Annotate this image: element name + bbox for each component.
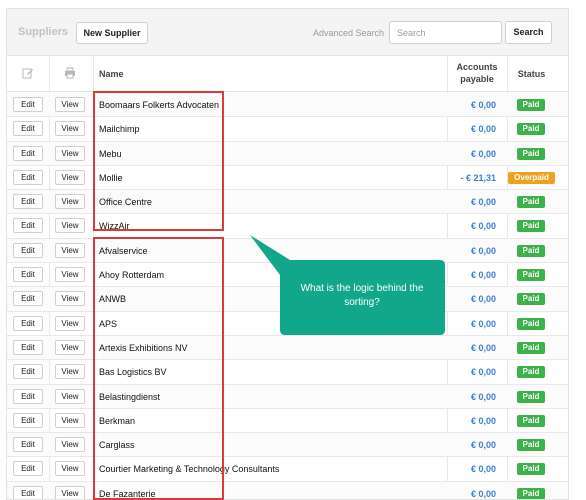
table-header: Name Accounts payable Status [7, 56, 568, 92]
view-button[interactable]: View [55, 315, 85, 331]
view-button[interactable]: View [55, 339, 85, 355]
view-button[interactable]: View [55, 461, 85, 477]
page-title: Suppliers [18, 26, 69, 38]
edit-button[interactable]: Edit [13, 388, 43, 404]
accounts-payable-line1: Accounts [456, 62, 498, 72]
view-button[interactable]: View [55, 412, 85, 428]
search-input[interactable] [389, 21, 502, 44]
status-badge: Paid [517, 220, 545, 233]
status-badge: Paid [517, 463, 545, 476]
view-button[interactable]: View [55, 194, 85, 210]
edit-button[interactable]: Edit [13, 339, 43, 355]
callout-line1: What is the logic behind the [301, 283, 424, 294]
toolbar: Suppliers New Supplier Advanced Search S… [7, 9, 568, 56]
column-header-name[interactable]: Name [99, 69, 124, 79]
status-badge: Paid [517, 99, 545, 111]
edit-button[interactable]: Edit [13, 412, 43, 428]
table-row: Edit View Mollie - € 21,31 Overpaid [7, 166, 568, 191]
accounts-payable-amount: € 0,00 [470, 197, 496, 208]
table-row: Edit View Boomaars Folkerts Advocaten € 0,0… [7, 93, 568, 118]
view-button[interactable]: View [55, 437, 85, 453]
accounts-payable-amount: € 0,00 [470, 391, 496, 402]
status-badge: Paid [517, 293, 545, 306]
view-button[interactable]: View [55, 267, 85, 283]
column-header-accounts-payable[interactable]: Accounts payable [447, 61, 507, 85]
edit-button[interactable]: Edit [13, 437, 43, 453]
view-button[interactable]: View [55, 242, 85, 258]
accounts-payable-amount: € 0,00 [470, 415, 496, 426]
accounts-payable-amount: € 0,00 [470, 464, 496, 475]
edit-button[interactable]: Edit [13, 218, 43, 234]
status-badge: Paid [517, 439, 545, 452]
status-badge: Paid [517, 269, 545, 282]
status-badge: Paid [517, 147, 545, 160]
edit-button[interactable]: Edit [13, 291, 43, 307]
accounts-payable-amount: € 0,00 [470, 100, 496, 110]
annotation-callout: What is the logic behind the sorting? [250, 235, 445, 335]
edit-button[interactable]: Edit [13, 194, 43, 210]
view-button[interactable]: View [55, 121, 85, 137]
status-badge: Paid [517, 123, 545, 136]
accounts-payable-amount: € 0,00 [470, 148, 496, 159]
status-badge: Paid [517, 196, 545, 209]
edit-button[interactable]: Edit [13, 121, 43, 137]
view-button[interactable]: View [55, 291, 85, 307]
edit-button[interactable]: Edit [13, 145, 43, 161]
accounts-payable-amount: € 0,00 [470, 367, 496, 378]
edit-button[interactable]: Edit [13, 364, 43, 380]
accounts-payable-amount: € 0,00 [470, 488, 496, 499]
table-row: Edit View Mailchimp € 0,00 Paid [7, 117, 568, 142]
accounts-payable-amount: € 0,00 [470, 342, 496, 353]
status-badge: Overpaid [508, 171, 555, 184]
table-row: Edit View De Fazanterie € 0,00 Paid [7, 481, 568, 499]
status-badge: Paid [517, 366, 545, 379]
view-button[interactable]: View [55, 364, 85, 380]
edit-button[interactable]: Edit [13, 169, 43, 185]
highlight-box-top [93, 91, 224, 231]
accounts-payable-amount: € 0,00 [470, 440, 496, 451]
accounts-payable-amount: - € 21,31 [460, 172, 496, 183]
accounts-payable-line2: payable [460, 74, 494, 84]
table-row: Edit View Carglass € 0,00 Paid [7, 433, 568, 458]
pencil-icon [22, 68, 33, 79]
accounts-payable-amount: € 0,00 [470, 124, 496, 135]
view-button[interactable]: View [55, 97, 85, 112]
view-button[interactable]: View [55, 218, 85, 234]
table-row: Edit View Bas Logistics BV € 0,00 Paid [7, 360, 568, 385]
view-button[interactable]: View [55, 169, 85, 185]
advanced-search-link[interactable]: Advanced Search [313, 28, 384, 38]
status-badge: Paid [517, 244, 545, 257]
highlight-box-bottom [93, 237, 224, 500]
status-badge: Paid [517, 390, 545, 403]
status-badge: Paid [517, 414, 545, 427]
table-row: Edit View Berkman € 0,00 Paid [7, 409, 568, 434]
edit-button[interactable]: Edit [13, 315, 43, 331]
view-button[interactable]: View [55, 145, 85, 161]
edit-button[interactable]: Edit [13, 242, 43, 258]
edit-button[interactable]: Edit [13, 97, 43, 112]
search-button[interactable]: Search [505, 21, 552, 44]
table-row: Edit View Office Centre € 0,00 Paid [7, 190, 568, 215]
status-badge: Paid [517, 487, 545, 499]
table-row: Edit View Belastingdienst € 0,00 Paid [7, 384, 568, 409]
accounts-payable-amount: € 0,00 [470, 221, 496, 232]
table-row: Edit View Mebu € 0,00 Paid [7, 141, 568, 166]
printer-icon [65, 67, 75, 79]
edit-button[interactable]: Edit [13, 485, 43, 499]
column-header-status[interactable]: Status [507, 69, 556, 79]
edit-button[interactable]: Edit [13, 267, 43, 283]
new-supplier-button[interactable]: New Supplier [76, 22, 148, 44]
callout-line2: sorting? [344, 297, 380, 308]
view-button[interactable]: View [55, 388, 85, 404]
table-row: Edit View Courtier Marketing & Technology … [7, 457, 568, 482]
status-badge: Paid [517, 341, 545, 354]
view-button[interactable]: View [55, 485, 85, 499]
edit-button[interactable]: Edit [13, 461, 43, 477]
status-badge: Paid [517, 317, 545, 330]
